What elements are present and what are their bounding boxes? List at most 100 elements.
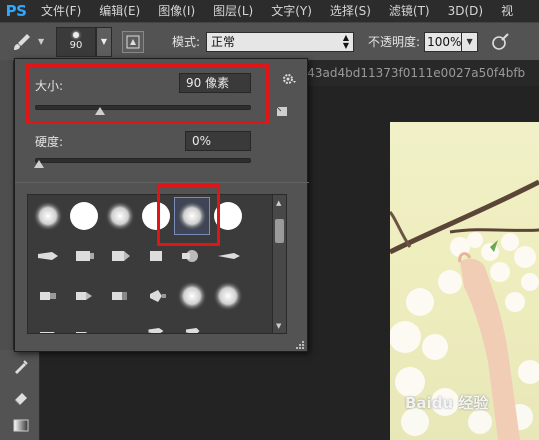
brush-preset-tip-i[interactable] [102, 277, 138, 315]
menu-image[interactable]: 图像(I) [149, 0, 204, 22]
brush-tip-icon [76, 332, 88, 333]
mode-label: 模式: [172, 35, 201, 49]
history-brush-icon[interactable] [10, 356, 32, 378]
brush-tip-icon [76, 292, 92, 300]
brush-preset-tip-h[interactable] [66, 277, 102, 315]
brush-tip-icon [33, 201, 63, 231]
menu-3d[interactable]: 3D(D) [439, 0, 492, 22]
brush-tip-icon [150, 251, 162, 261]
opacity-label: 不透明度: [368, 35, 421, 49]
brush-tip-icon [213, 281, 243, 311]
brush-tip-icon [104, 320, 136, 334]
size-slider-thumb[interactable] [94, 107, 105, 115]
hardness-label: 硬度: [35, 135, 64, 149]
brush-tip-icon [218, 253, 240, 259]
hardness-slider-track[interactable] [35, 158, 251, 163]
size-slider-track[interactable] [35, 105, 251, 110]
brush-preset-grid: 2550 [27, 194, 273, 334]
brush-preset-tip-m[interactable] [102, 317, 138, 334]
brush-preset-tip-l[interactable] [66, 317, 102, 333]
menu-filter[interactable]: 滤镜(T) [380, 0, 439, 22]
brush-preset-tip-g[interactable] [30, 277, 66, 315]
menu-type[interactable]: 文字(Y) [262, 0, 321, 22]
brush-preset-tip-c[interactable] [102, 237, 138, 275]
brush-tip-icon [142, 202, 170, 230]
brush-preset-hard-round[interactable] [210, 197, 246, 235]
toolbox-lower [0, 350, 40, 440]
opacity-caret-icon[interactable]: ▼ [462, 31, 479, 52]
size-label: 大小: [35, 79, 64, 93]
brush-tip-icon [214, 202, 242, 230]
preset-scrollbar[interactable]: ▲ ▼ [273, 194, 287, 334]
brush-preset-soft-round[interactable] [174, 277, 210, 315]
brush-tip-icon [70, 202, 98, 230]
brush-tip-icon [186, 327, 200, 333]
brush-preset-caret-icon[interactable]: ▼ [96, 26, 112, 57]
toggle-brush-panel-button[interactable] [122, 30, 144, 53]
size-input[interactable]: 90 像素 [179, 73, 251, 93]
brush-tip-icon [105, 201, 135, 231]
select-arrows-icon: ▲ ▼ [342, 32, 350, 50]
mode-value: 正常 [211, 35, 236, 49]
eraser-tool-icon[interactable] [10, 386, 32, 408]
brush-tip-icon [177, 281, 207, 311]
hardness-input[interactable]: 0% [185, 131, 251, 151]
brush-preset-tip-e[interactable] [174, 237, 210, 275]
brush-preset-panel: 大小: 90 像素 硬度: 0% 2550 ▲ ▼ [14, 58, 309, 352]
scroll-down-icon[interactable]: ▼ [276, 322, 281, 330]
app-logo: PS [5, 2, 27, 20]
brush-preset-tip-p[interactable] [210, 317, 246, 334]
pressure-opacity-icon[interactable] [488, 30, 512, 54]
menu-view[interactable]: 视 [492, 0, 522, 22]
brush-preset-tip-d[interactable] [138, 237, 174, 275]
scroll-up-icon[interactable]: ▲ [276, 199, 281, 207]
menu-select[interactable]: 选择(S) [321, 0, 380, 22]
brush-tip-icon [182, 250, 198, 262]
brush-tip-icon [38, 252, 58, 260]
menu-bar: PS 文件(F) 编辑(E) 图像(I) 图层(L) 文字(Y) 选择(S) 滤… [0, 0, 539, 22]
brush-tip-icon [40, 332, 55, 333]
brush-tip-icon [112, 292, 127, 300]
document-tab[interactable]: d043ad4bd11373f0111e0027a50f4bfb [292, 60, 539, 86]
brush-tool-icon[interactable] [8, 28, 36, 56]
resize-grip-icon[interactable] [295, 339, 305, 349]
menu-edit[interactable]: 编辑(E) [90, 0, 149, 22]
scroll-thumb[interactable] [275, 219, 284, 243]
brush-preset-hard-round[interactable] [66, 197, 102, 235]
brush-tip-icon [212, 320, 244, 334]
brush-tip-icon [177, 201, 207, 231]
brush-preset-tip-k[interactable] [30, 317, 66, 333]
options-bar: ▼ 90 ▼ 模式: 正常 ▲ ▼ 不透明度: 100% ▼ [0, 22, 539, 60]
hardness-slider-thumb[interactable] [34, 160, 44, 168]
brush-preset-tip-a[interactable] [30, 237, 66, 275]
brush-preset-picker[interactable]: 90 [56, 26, 96, 57]
gear-icon[interactable] [279, 71, 299, 87]
new-preset-icon[interactable] [275, 105, 289, 117]
brush-preset-tip-j[interactable] [138, 277, 174, 315]
panel-divider [15, 182, 309, 183]
brush-preset-soft-round-selected[interactable] [174, 197, 210, 235]
mode-select[interactable]: 正常 ▲ ▼ [206, 31, 355, 52]
brush-tip-icon [148, 327, 164, 333]
menu-file[interactable]: 文件(F) [32, 0, 90, 22]
brush-tip-icon [112, 251, 130, 261]
brush-preset-soft-round[interactable] [102, 197, 138, 235]
brush-preset-tip-f[interactable] [210, 237, 246, 275]
photoshop-window: PS 文件(F) 编辑(E) 图像(I) 图层(L) 文字(Y) 选择(S) 滤… [0, 0, 539, 440]
brush-preset-tip-n[interactable]: 25 [138, 317, 174, 333]
opacity-input[interactable]: 100% [424, 31, 463, 52]
brush-size-readout: 90 [69, 40, 83, 51]
baidu-watermark: Baidu 经验 [405, 394, 489, 412]
brush-preset-soft-round[interactable] [210, 277, 246, 315]
menu-layer[interactable]: 图层(L) [204, 0, 262, 22]
brush-preset-soft-round[interactable] [30, 197, 66, 235]
brush-tip-preview-icon [73, 32, 79, 38]
gradient-tool-icon[interactable] [10, 414, 32, 436]
brush-preset-tip-b[interactable] [66, 237, 102, 275]
brush-preset-tip-o[interactable]: 50 [174, 317, 210, 333]
tool-preset-caret-icon[interactable]: ▼ [38, 37, 48, 46]
brush-tip-icon [76, 251, 94, 261]
brush-tip-icon [40, 292, 56, 300]
brush-tip-icon [150, 290, 166, 302]
brush-preset-hard-round[interactable] [138, 197, 174, 235]
